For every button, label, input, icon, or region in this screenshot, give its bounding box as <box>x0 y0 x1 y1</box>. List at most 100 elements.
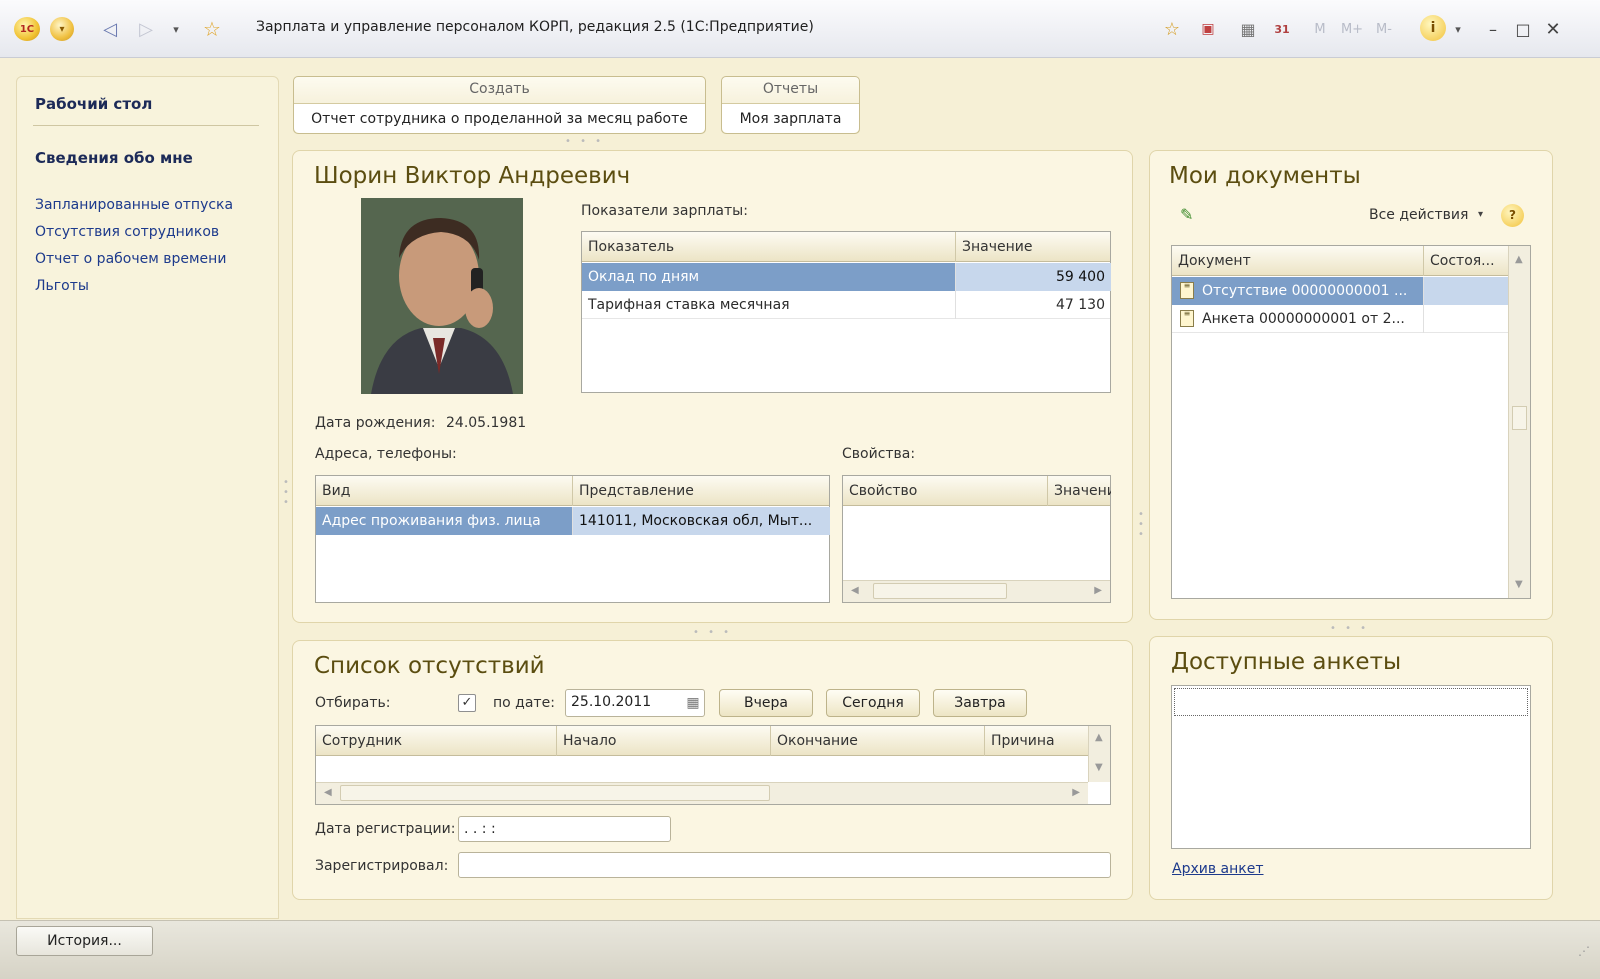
contact-kind[interactable]: Адрес проживания физ. лица <box>316 507 573 535</box>
tomorrow-button[interactable]: Завтра <box>933 689 1027 717</box>
props-col-property[interactable]: Свойство <box>843 476 1048 506</box>
employee-name: Шорин Виктор Андреевич <box>314 163 631 189</box>
forms-list[interactable] <box>1171 685 1531 849</box>
memory-m-icon[interactable]: M <box>1310 16 1330 42</box>
left-splitter-handle[interactable]: • • • <box>283 478 289 508</box>
middle-splitter-handle[interactable]: • • • <box>1138 510 1144 540</box>
add-favorite-icon[interactable]: ☆ <box>1160 16 1184 42</box>
salary-col-indicator[interactable]: Показатель <box>582 232 956 262</box>
properties-hscroll[interactable]: ◀ ▶ <box>843 580 1110 602</box>
today-button[interactable]: Сегодня <box>826 689 920 717</box>
calendar-picker-icon[interactable]: ▦ <box>683 692 703 714</box>
salary-row-name[interactable]: Оклад по дням <box>582 263 956 291</box>
document-state[interactable] <box>1424 305 1508 333</box>
history-dropdown-icon[interactable]: ▾ <box>166 17 186 41</box>
salary-row-name[interactable]: Тарифная ставка месячная <box>582 291 956 319</box>
table-row[interactable]: Оклад по дням 59 400 <box>582 263 1111 291</box>
absences-col-employee[interactable]: Сотрудник <box>316 726 557 756</box>
scroll-thumb[interactable] <box>873 583 1007 599</box>
absences-vscroll[interactable]: ▲ ▼ <box>1088 726 1110 782</box>
yesterday-button[interactable]: Вчера <box>719 689 813 717</box>
nav-link-planned-vacations[interactable]: Запланированные отпуска <box>35 197 233 213</box>
scroll-right-icon[interactable]: ▶ <box>1094 585 1102 596</box>
scroll-up-icon[interactable]: ▲ <box>1095 732 1103 743</box>
props-col-value[interactable]: Значени <box>1048 476 1111 506</box>
scroll-thumb[interactable] <box>1512 406 1527 430</box>
nav-divider <box>33 125 259 126</box>
info-dropdown-icon[interactable]: ▾ <box>1450 18 1466 40</box>
absences-col-start[interactable]: Начало <box>557 726 771 756</box>
forward-icon[interactable]: ▷ <box>134 17 158 41</box>
nav-link-absences[interactable]: Отсутствия сотрудников <box>35 224 219 240</box>
scroll-right-icon[interactable]: ▶ <box>1072 787 1080 798</box>
scroll-left-icon[interactable]: ◀ <box>324 787 332 798</box>
document-name[interactable]: Отсутствие 00000000001 ... <box>1172 277 1424 305</box>
contacts-label: Адреса, телефоны: <box>315 446 457 462</box>
table-row[interactable]: Адрес проживания физ. лица 141011, Моско… <box>316 507 830 535</box>
contact-repr[interactable]: 141011, Московская обл, Мыт... <box>573 507 830 535</box>
registered-by-input[interactable] <box>458 852 1111 878</box>
absences-table: Сотрудник Начало Окончание Причина ▲ ▼ ◀… <box>315 725 1111 805</box>
documents-vscroll[interactable]: ▲ ▼ <box>1508 246 1530 598</box>
birth-date-label: Дата рождения: <box>315 415 436 431</box>
window-title: Зарплата и управление персоналом КОРП, р… <box>256 19 814 35</box>
scroll-down-icon[interactable]: ▼ <box>1095 762 1103 773</box>
forms-list-focus <box>1174 688 1528 716</box>
document-state[interactable] <box>1424 277 1508 305</box>
scroll-up-icon[interactable]: ▲ <box>1515 254 1523 265</box>
navigation-panel: Рабочий стол Сведения обо мне Запланиров… <box>16 76 279 919</box>
filter-by-date-checkbox[interactable]: ✓ <box>458 694 476 712</box>
calculator-icon[interactable]: ▦ <box>1236 16 1260 42</box>
employee-report-button[interactable]: Отчет сотрудника о проделанной за месяц … <box>294 103 705 133</box>
my-salary-button[interactable]: Моя зарплата <box>722 103 859 133</box>
absences-col-reason[interactable]: Причина <box>985 726 1089 756</box>
absences-hscroll[interactable]: ◀ ▶ <box>316 782 1088 804</box>
memory-minus-icon[interactable]: M- <box>1370 16 1398 42</box>
contacts-col-kind[interactable]: Вид <box>316 476 573 506</box>
memory-plus-icon[interactable]: M+ <box>1338 16 1366 42</box>
resize-grip-icon[interactable]: ⋰ <box>1578 944 1590 958</box>
docs-col-state[interactable]: Состоя... <box>1424 246 1508 276</box>
close-icon[interactable]: ✕ <box>1542 16 1564 42</box>
app-logo-icon[interactable]: 1С <box>14 17 40 41</box>
splitter-handle[interactable]: • • • <box>565 136 604 147</box>
salary-table: Показатель Значение Оклад по дням 59 400… <box>581 231 1111 393</box>
contacts-col-repr[interactable]: Представление <box>573 476 830 506</box>
docs-col-document[interactable]: Документ <box>1172 246 1424 276</box>
nav-link-time-report[interactable]: Отчет о рабочем времени <box>35 251 226 267</box>
birth-date-value: 24.05.1981 <box>446 415 527 431</box>
absences-col-end[interactable]: Окончание <box>771 726 985 756</box>
nav-about-me[interactable]: Сведения обо мне <box>35 149 193 167</box>
all-actions-menu[interactable]: Все действия <box>1369 207 1468 223</box>
history-button[interactable]: История... <box>16 926 153 956</box>
scroll-down-icon[interactable]: ▼ <box>1515 579 1523 590</box>
favorites-star-icon[interactable]: ☆ <box>198 15 226 43</box>
bookmark-icon[interactable]: ▣ <box>1196 16 1220 42</box>
nav-link-benefits[interactable]: Льготы <box>35 278 89 294</box>
all-actions-dropdown-icon[interactable]: ▾ <box>1478 209 1483 220</box>
nav-desktop[interactable]: Рабочий стол <box>35 95 152 113</box>
back-icon[interactable]: ◁ <box>98 17 122 41</box>
table-row[interactable]: Анкета 00000000001 от 2... ≡ <box>1172 305 1508 333</box>
maximize-icon[interactable]: □ <box>1512 16 1534 42</box>
table-row[interactable]: Тарифная ставка месячная 47 130 <box>582 291 1110 319</box>
calendar-icon[interactable]: 31 <box>1270 16 1294 42</box>
salary-row-value[interactable]: 59 400 <box>956 263 1111 291</box>
scroll-left-icon[interactable]: ◀ <box>851 585 859 596</box>
help-icon[interactable]: ? <box>1501 204 1524 227</box>
document-name[interactable]: Анкета 00000000001 от 2... <box>1172 305 1424 333</box>
documents-title: Мои документы <box>1169 163 1361 189</box>
minimize-icon[interactable]: – <box>1482 16 1504 42</box>
reports-caption: Отчеты <box>762 81 819 97</box>
main-menu-icon[interactable]: ▾ <box>50 17 74 41</box>
right-splitter-handle[interactable]: • • • <box>1330 623 1369 634</box>
forms-archive-link[interactable]: Архив анкет <box>1172 861 1264 877</box>
reg-date-input[interactable]: . . : : <box>458 816 671 842</box>
scroll-thumb[interactable] <box>340 785 770 801</box>
vertical-splitter-handle[interactable]: • • • <box>693 627 732 638</box>
salary-col-value[interactable]: Значение <box>956 232 1111 262</box>
salary-row-value[interactable]: 47 130 <box>956 291 1111 319</box>
info-icon[interactable]: i <box>1420 15 1446 41</box>
edit-pencil-icon[interactable]: ✎ <box>1180 205 1193 224</box>
table-row[interactable]: Отсутствие 00000000001 ... ≡ <box>1172 277 1508 305</box>
